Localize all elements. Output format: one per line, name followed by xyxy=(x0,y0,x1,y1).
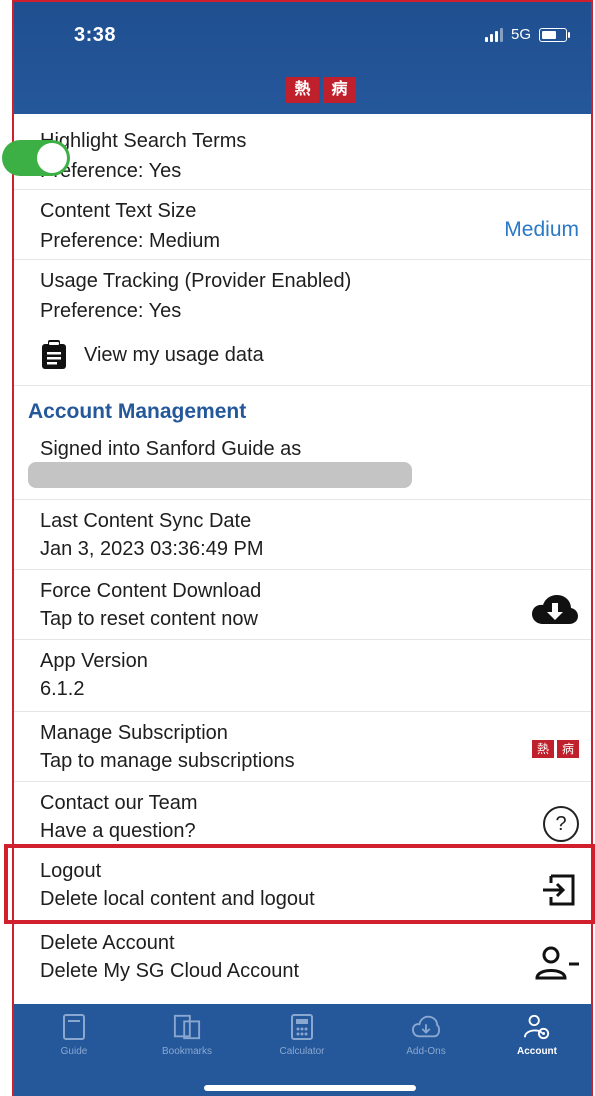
help-icon[interactable]: ? xyxy=(543,806,579,842)
row-title: Usage Tracking (Provider Enabled) xyxy=(40,270,352,292)
signal-icon xyxy=(484,27,503,42)
home-indicator xyxy=(204,1085,416,1091)
remove-user-icon[interactable] xyxy=(535,946,581,980)
bottom-tab-bar: Guide Bookmarks Calculator Add-Ons Accou… xyxy=(14,1004,591,1096)
app-logo: 熱 病 xyxy=(286,77,356,103)
tab-label: Bookmarks xyxy=(161,1046,212,1057)
tab-calculator[interactable]: Calculator xyxy=(257,1012,347,1057)
row-subtitle: Preference: Yes xyxy=(40,300,182,322)
tab-label: Calculator xyxy=(279,1046,325,1057)
network-label: 5G xyxy=(510,26,531,43)
tab-label: Add-Ons xyxy=(406,1046,446,1057)
text-size-row[interactable]: Content Text Size Preference: Medium Med… xyxy=(14,190,591,260)
bookmarks-icon xyxy=(173,1012,201,1042)
status-indicators: 5G xyxy=(484,26,570,43)
clipboard-icon xyxy=(42,340,66,369)
tab-add-ons[interactable]: Add-Ons xyxy=(381,1012,471,1057)
force-download-row[interactable]: Force Content Download Tap to reset cont… xyxy=(14,570,591,640)
row-title: Contact our Team xyxy=(40,792,198,814)
row-title: Last Content Sync Date xyxy=(40,510,252,532)
tab-label: Guide xyxy=(60,1046,88,1057)
delete-account-row[interactable]: Delete Account Delete My SG Cloud Accoun… xyxy=(14,922,591,1000)
row-title: Delete Account xyxy=(40,932,175,954)
row-title: Content Text Size xyxy=(40,200,197,222)
usage-tracking-row: Usage Tracking (Provider Enabled) Prefer… xyxy=(14,260,591,386)
calculator-icon xyxy=(288,1012,316,1042)
cloud-download-icon xyxy=(412,1012,440,1042)
row-title: Signed into Sanford Guide as xyxy=(40,438,302,460)
row-subtitle: Tap to reset content now xyxy=(40,608,258,630)
status-time: 3:38 xyxy=(74,24,117,46)
redacted-email xyxy=(28,462,412,488)
row-subtitle: Have a question? xyxy=(40,820,196,842)
book-icon xyxy=(60,1012,88,1042)
account-gear-icon xyxy=(523,1012,551,1042)
logout-highlight-annotation xyxy=(4,844,595,924)
account-management-heading: Account Management xyxy=(28,400,247,423)
view-usage-label: View my usage data xyxy=(84,343,264,366)
tab-account[interactable]: Account xyxy=(492,1012,582,1057)
app-version-row: App Version 6.1.2 xyxy=(14,640,591,712)
tab-guide[interactable]: Guide xyxy=(29,1012,119,1057)
highlight-search-row[interactable]: Highlight Search Terms Preference: Yes xyxy=(2,118,591,190)
row-title: Force Content Download xyxy=(40,580,262,602)
sanford-logo-icon: 熱 病 xyxy=(532,740,579,758)
logo-char: 病 xyxy=(323,77,356,103)
highlight-toggle[interactable] xyxy=(2,140,70,176)
row-title: Highlight Search Terms xyxy=(40,130,247,152)
cloud-download-icon[interactable] xyxy=(531,594,579,626)
manage-subscription-row[interactable]: Manage Subscription Tap to manage subscr… xyxy=(14,712,591,782)
tab-bookmarks[interactable]: Bookmarks xyxy=(142,1012,232,1057)
row-title: App Version xyxy=(40,650,148,672)
row-subtitle: Tap to manage subscriptions xyxy=(40,750,295,772)
view-usage-link[interactable]: View my usage data xyxy=(40,340,264,370)
row-subtitle: Preference: Medium xyxy=(40,230,221,252)
text-size-value[interactable]: Medium xyxy=(504,218,579,242)
tab-label: Account xyxy=(517,1046,557,1057)
battery-icon xyxy=(539,27,570,42)
app-header: 3:38 5G 熱 病 xyxy=(14,2,591,114)
row-subtitle: Jan 3, 2023 03:36:49 PM xyxy=(40,538,264,560)
row-subtitle: Delete My SG Cloud Account xyxy=(40,960,300,982)
logo-char: 熱 xyxy=(286,77,319,103)
row-title: Manage Subscription xyxy=(40,722,228,744)
row-subtitle: 6.1.2 xyxy=(40,678,85,700)
contact-team-row[interactable]: Contact our Team Have a question? ? xyxy=(14,782,591,846)
last-sync-row: Last Content Sync Date Jan 3, 2023 03:36… xyxy=(14,500,591,570)
